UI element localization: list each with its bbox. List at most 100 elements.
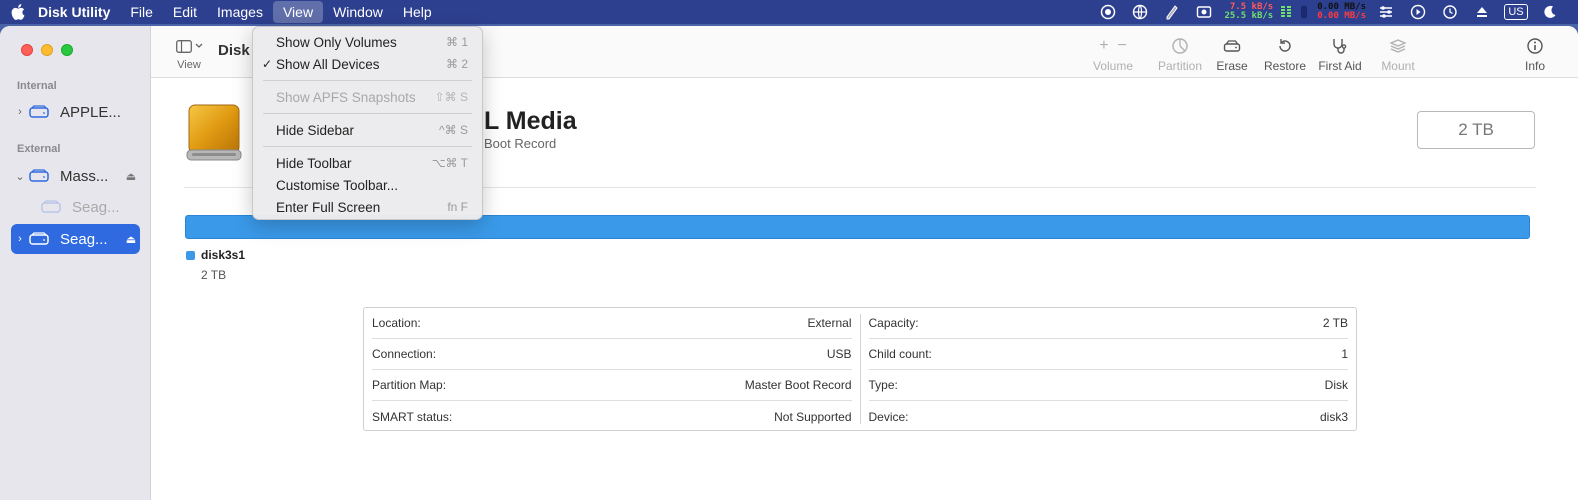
chevron-right-icon[interactable]: › xyxy=(11,106,29,118)
info-label: Child count: xyxy=(868,347,932,361)
restore-label: Restore xyxy=(1263,59,1307,73)
info-label: Location: xyxy=(372,316,421,330)
menu-item-label: Show APFS Snapshots xyxy=(276,89,416,105)
menu-item-shortcut: ⌘ 1 xyxy=(445,35,468,49)
info-label: Type: xyxy=(868,378,898,392)
time-machine-icon[interactable] xyxy=(1434,0,1466,24)
input-source-badge[interactable]: US xyxy=(1498,0,1534,24)
info-row-connection: Connection: USB xyxy=(372,339,852,370)
menu-item-label: Enter Full Screen xyxy=(276,199,381,215)
menu-help[interactable]: Help xyxy=(393,0,442,24)
info-label: SMART status: xyxy=(372,409,453,424)
menu-item-shortcut: ⇧⌘ S xyxy=(434,90,468,104)
menu-window[interactable]: Window xyxy=(323,0,393,24)
control-center-icon[interactable] xyxy=(1370,0,1402,24)
sidebar-item-label: Seag... xyxy=(72,198,120,216)
sidebar-item-label: Seag... xyxy=(60,230,108,248)
menu-item-show-all-devices[interactable]: ✓ Show All Devices ⌘ 2 xyxy=(253,53,482,75)
image-capture-icon[interactable] xyxy=(1188,0,1220,24)
first-aid-button[interactable]: First Aid xyxy=(1317,36,1363,73)
chevron-down-icon[interactable]: ⌄ xyxy=(11,170,29,183)
sidebar-item-label: APPLE... xyxy=(60,103,121,121)
sidebar-item-mass-storage[interactable]: ⌄ Mass... ⏏ xyxy=(11,161,140,191)
sidebar-toggle-icon xyxy=(171,36,207,56)
info-value: 2 TB xyxy=(1322,316,1348,330)
menu-item-customise-toolbar[interactable]: Customise Toolbar... xyxy=(253,174,482,196)
chevron-right-icon[interactable]: › xyxy=(11,233,29,245)
volume-icon xyxy=(41,199,63,215)
play-icon[interactable] xyxy=(1402,0,1434,24)
menu-item-show-only-volumes[interactable]: Show Only Volumes ⌘ 1 xyxy=(253,31,482,53)
zoom-window-button[interactable] xyxy=(61,44,73,56)
sidebar: Internal › APPLE... External ⌄ Mass... ⏏… xyxy=(0,26,151,500)
first-aid-label: First Aid xyxy=(1318,59,1362,73)
info-button[interactable]: Info xyxy=(1523,36,1547,73)
erase-label: Erase xyxy=(1216,59,1248,73)
mount-stack-icon xyxy=(1389,36,1407,56)
menu-item-shortcut: ⌘ 2 xyxy=(445,57,468,71)
info-row-child-count: Child count: 1 xyxy=(868,339,1348,370)
stethoscope-icon xyxy=(1331,36,1349,56)
menu-item-hide-toolbar[interactable]: Hide Toolbar ⌥⌘ T xyxy=(253,152,482,174)
script-editor-icon[interactable] xyxy=(1156,0,1188,24)
vpn-globe-icon[interactable] xyxy=(1124,0,1156,24)
info-value: External xyxy=(807,316,852,330)
eject-icon[interactable] xyxy=(1466,0,1498,24)
eject-icon[interactable]: ⏏ xyxy=(122,170,140,183)
info-value: 1 xyxy=(1341,347,1348,361)
disk-activity-icon[interactable] xyxy=(1295,0,1313,24)
close-window-button[interactable] xyxy=(21,44,33,56)
mount-button[interactable]: Mount xyxy=(1378,36,1418,73)
partition-pie-icon xyxy=(1171,36,1189,56)
menu-images[interactable]: Images xyxy=(207,0,273,24)
eject-icon[interactable]: ⏏ xyxy=(122,233,140,246)
menu-separator xyxy=(263,80,472,81)
info-label: Info xyxy=(1524,59,1545,73)
sidebar-section-internal: Internal xyxy=(17,80,57,92)
erase-button[interactable]: Erase xyxy=(1216,36,1248,73)
menu-edit[interactable]: Edit xyxy=(163,0,207,24)
memory-bars-icon[interactable] xyxy=(1277,0,1295,24)
external-drive-icon xyxy=(186,104,242,161)
dark-mode-moon-icon[interactable] xyxy=(1534,0,1566,24)
volume-button[interactable]: + − Volume xyxy=(1091,36,1135,73)
minimize-window-button[interactable] xyxy=(41,44,53,56)
apple-menu-icon[interactable] xyxy=(0,4,36,20)
add-remove-volume-icon: + − xyxy=(1099,37,1127,54)
info-column-left: Location: External Connection: USB Parti… xyxy=(364,314,861,424)
external-disk-icon xyxy=(29,231,51,247)
info-row-type: Type: Disk xyxy=(868,370,1348,401)
menu-item-label: Show Only Volumes xyxy=(276,34,397,50)
disk-utility-window: Internal › APPLE... External ⌄ Mass... ⏏… xyxy=(0,26,1578,500)
network-download-speed: 25.5 kB/s xyxy=(1224,11,1274,21)
view-label: View xyxy=(177,59,201,71)
menu-app-name[interactable]: Disk Utility xyxy=(36,0,120,24)
input-source-label: US xyxy=(1504,4,1528,20)
sidebar-item-apple-disk[interactable]: › APPLE... xyxy=(11,97,140,127)
info-value: Not Supported xyxy=(774,409,852,424)
partition-button[interactable]: Partition xyxy=(1155,36,1205,73)
restore-arrow-icon xyxy=(1276,36,1294,56)
record-status-icon[interactable] xyxy=(1092,0,1124,24)
restore-button[interactable]: Restore xyxy=(1263,36,1307,73)
menu-item-enter-full-screen[interactable]: Enter Full Screen fn F xyxy=(253,196,482,218)
menu-item-label: Hide Toolbar xyxy=(276,155,352,171)
sidebar-item-seagate-disk[interactable]: › Seag... ⏏ xyxy=(11,224,140,254)
window-controls xyxy=(21,44,73,56)
info-value: USB xyxy=(826,347,852,361)
sidebar-item-seagate-volume[interactable]: Seag... xyxy=(41,192,140,222)
view-button[interactable]: View xyxy=(171,36,207,71)
info-value: Master Boot Record xyxy=(744,378,852,392)
menu-item-hide-sidebar[interactable]: Hide Sidebar ^⌘ S xyxy=(253,119,482,141)
menu-view[interactable]: View xyxy=(272,1,324,23)
menu-bar: Disk Utility File Edit Images View Windo… xyxy=(0,0,1578,24)
network-speed-readout[interactable]: 7.5 kB/s 25.5 kB/s xyxy=(1220,3,1277,21)
info-row-smart-status: SMART status: Not Supported xyxy=(372,401,852,432)
disk-write-speed: 0.00 MB/s xyxy=(1317,11,1366,21)
info-value: disk3 xyxy=(1319,409,1348,424)
partition-color-swatch xyxy=(186,251,195,260)
menu-file[interactable]: File xyxy=(120,0,163,24)
menu-item-shortcut: ⌥⌘ T xyxy=(431,156,468,170)
info-label: Partition Map: xyxy=(372,378,447,392)
disk-speed-readout[interactable]: 0.00 MB/s 0.00 MB/s xyxy=(1313,3,1370,21)
